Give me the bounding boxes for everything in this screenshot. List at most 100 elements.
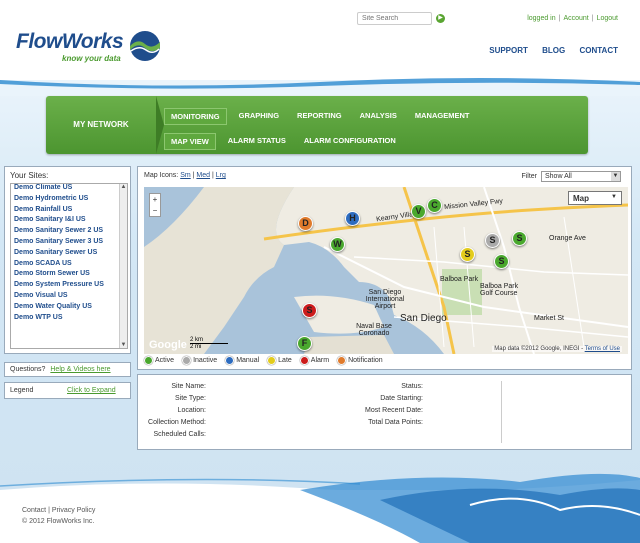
flowworks-logo[interactable]: FlowWorks know your data [16, 30, 124, 63]
site-info-right: Status: Date Starting: Most Recent Date:… [348, 383, 423, 431]
subtab-map-view[interactable]: MAP VIEW [164, 133, 216, 150]
site-item[interactable]: Demo Hydrometric US [11, 195, 127, 206]
account-link[interactable]: Account [563, 15, 588, 22]
footer-water-splash [0, 473, 640, 543]
legend-item: Notification [337, 356, 383, 365]
sites-scrollbar[interactable]: ▲ ▼ [119, 184, 127, 348]
site-marker[interactable]: W [330, 237, 345, 252]
tab-reporting[interactable]: REPORTING [291, 108, 348, 125]
nav-separator [156, 96, 164, 154]
logout-link[interactable]: Logout [597, 15, 618, 22]
contact-link[interactable]: CONTACT [579, 46, 618, 55]
info-label: Total Data Points: [368, 419, 423, 426]
map-label-golf-course: Balboa Park Golf Course [480, 283, 519, 297]
site-marker[interactable]: S [512, 231, 527, 246]
legend-dot [144, 356, 153, 365]
legend-dot [299, 356, 309, 365]
support-link[interactable]: SUPPORT [489, 46, 528, 55]
subtab-alarm-status[interactable]: ALARM STATUS [222, 133, 292, 150]
tab-monitoring[interactable]: MONITORING [164, 108, 227, 125]
site-item[interactable]: Demo Water Quality US [11, 303, 127, 314]
site-item[interactable]: Demo Storm Sewer US [11, 270, 127, 281]
map-copyright: Map data ©2012 Google, INEGI - Terms of … [492, 346, 622, 352]
legend-dot [337, 356, 347, 365]
my-network-tab[interactable]: MY NETWORK [46, 96, 156, 154]
info-label: Site Type: [174, 395, 206, 402]
site-marker[interactable]: V [411, 204, 426, 219]
map-terms-link[interactable]: Terms of Use [585, 346, 620, 352]
help-videos-link[interactable]: Help & Videos here [50, 366, 110, 373]
map-zoom-control[interactable]: + − [149, 193, 161, 217]
site-item[interactable]: Demo Sanitary Sewer 3 US [11, 238, 127, 249]
nav-tabs: MONITORING GRAPHING REPORTING ANALYSIS M… [164, 108, 481, 125]
zoom-in-icon[interactable]: + [150, 194, 160, 205]
search-go-icon[interactable]: ▶ [436, 14, 445, 23]
site-marker[interactable]: S [302, 303, 317, 318]
site-marker[interactable]: D [298, 216, 313, 231]
legend-label: Late [278, 357, 292, 364]
site-marker[interactable]: S [494, 254, 509, 269]
chevron-down-icon[interactable]: ▼ [611, 172, 620, 181]
map-label-naval-base: Naval Base Coronado [356, 323, 392, 337]
subtab-alarm-configuration[interactable]: ALARM CONFIGURATION [298, 133, 402, 150]
footer-contact-link[interactable]: Contact [22, 507, 46, 514]
questions-label: Questions? [10, 366, 46, 373]
site-search-input[interactable] [357, 12, 432, 25]
map-view[interactable]: + − Map ▼ San Diego San Diego Internatio… [144, 187, 628, 354]
site-item[interactable]: Demo System Pressure US [11, 281, 127, 292]
site-item[interactable]: Demo SCADA US [11, 260, 127, 271]
site-item[interactable]: Demo Rainfall US [11, 206, 127, 217]
tab-graphing[interactable]: GRAPHING [233, 108, 285, 125]
site-info-left: Site Name: Site Type: Location: Collecti… [148, 383, 206, 443]
filter-select[interactable]: Show All ▼ [541, 171, 621, 182]
legend-item: Active [144, 356, 174, 365]
info-label: Date Starting: [380, 395, 423, 402]
google-logo: Google [149, 339, 187, 351]
legend-item: Alarm [299, 356, 329, 365]
legend-item: Inactive [182, 356, 217, 365]
sites-listbox[interactable]: Demo Climate US Demo Hydrometric US Demo… [10, 183, 128, 349]
scroll-up-icon[interactable]: ▲ [120, 184, 127, 190]
icon-size-small[interactable]: Sm [180, 172, 191, 179]
map-copyright-text: Map data ©2012 Google, INEGI - [494, 346, 584, 352]
your-sites-panel: Your Sites: Demo Climate US Demo Hydrome… [4, 166, 131, 354]
footer: Contact | Privacy Policy © 2012 FlowWork… [22, 507, 95, 529]
main-navigation: MY NETWORK MONITORING GRAPHING REPORTING… [46, 96, 588, 154]
site-item[interactable]: Demo WTP US [11, 314, 127, 325]
info-label: Status: [401, 383, 423, 390]
site-item[interactable]: Demo Sanitary I&I US [11, 216, 127, 227]
tab-analysis[interactable]: ANALYSIS [354, 108, 403, 125]
top-links: logged in | Account | Logout [527, 15, 618, 22]
map-icons-size: Map Icons: Sm | Med | Lrg [144, 172, 226, 179]
map-type-select[interactable]: Map ▼ [568, 191, 622, 205]
map-label-market-st: Market St [534, 315, 564, 322]
icon-size-medium[interactable]: Med [196, 172, 210, 179]
icon-size-large[interactable]: Lrg [216, 172, 226, 179]
scroll-down-icon[interactable]: ▼ [120, 342, 127, 348]
header-wave-decoration [0, 78, 640, 96]
site-item[interactable]: Demo Sanitary Sewer US [11, 249, 127, 260]
blog-link[interactable]: BLOG [542, 46, 565, 55]
site-marker[interactable]: S [485, 233, 500, 248]
site-marker[interactable]: H [345, 211, 360, 226]
zoom-out-icon[interactable]: − [150, 205, 160, 216]
info-label: Location: [177, 407, 206, 414]
site-item[interactable]: Demo Visual US [11, 292, 127, 303]
footer-privacy-link[interactable]: Privacy Policy [52, 507, 96, 514]
info-label: Site Name: [171, 383, 206, 390]
tab-management[interactable]: MANAGEMENT [409, 108, 476, 125]
site-item[interactable]: Demo Climate US [11, 184, 127, 195]
site-marker[interactable]: S [460, 247, 475, 262]
legend-label: Active [155, 357, 175, 364]
info-label: Collection Method: [148, 419, 206, 426]
site-info-panel: Site Name: Site Type: Location: Collecti… [137, 374, 632, 450]
map-label-orange-ave: Orange Ave [549, 235, 586, 242]
legend-item: Manual [225, 356, 259, 365]
map-panel: Map Icons: Sm | Med | Lrg Filter Show Al… [137, 166, 632, 370]
site-item[interactable]: Demo Sanitary Sewer 2 US [11, 227, 127, 238]
site-marker[interactable]: F [297, 336, 312, 351]
legend-expand-link[interactable]: Click to Expand [67, 387, 116, 394]
legend-dot [267, 356, 277, 365]
info-label: Most Recent Date: [365, 407, 423, 414]
site-marker[interactable]: C [427, 198, 442, 213]
